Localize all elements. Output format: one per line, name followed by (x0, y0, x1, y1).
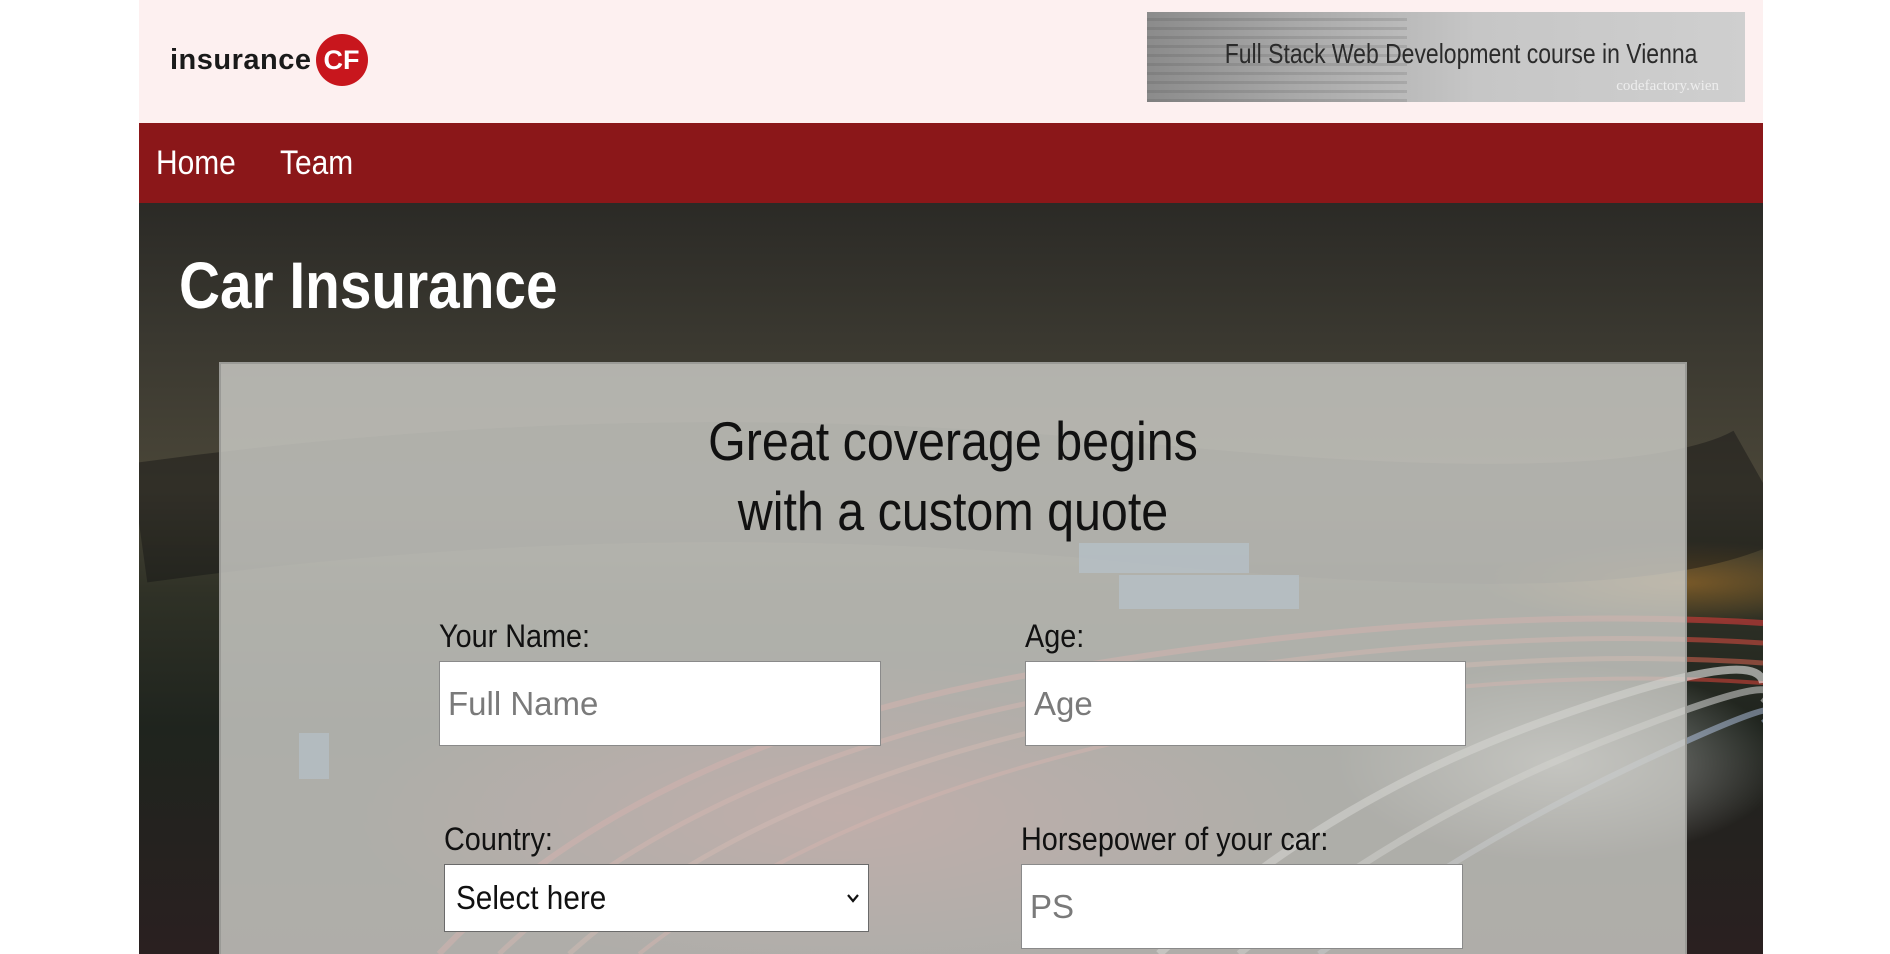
hero-section: Car Insurance Great coverage begins with… (139, 203, 1763, 954)
course-banner[interactable]: Full Stack Web Development course in Vie… (1147, 12, 1745, 102)
quote-form-panel: Great coverage begins with a custom quot… (219, 362, 1687, 954)
page-title: Car Insurance (179, 248, 558, 322)
age-input[interactable] (1025, 661, 1466, 746)
chevron-down-icon (847, 894, 859, 903)
horsepower-label: Horsepower of your car: (1021, 821, 1329, 857)
age-label: Age: (1025, 618, 1085, 654)
site-header: insurance CF Full Stack Web Development … (139, 0, 1763, 123)
form-heading: Great coverage begins with a custom quot… (309, 406, 1597, 546)
form-heading-line-2: with a custom quote (737, 480, 1169, 542)
banner-subtitle: codefactory.wien (1616, 78, 1719, 94)
page: insurance CF Full Stack Web Development … (139, 0, 1763, 954)
horsepower-input[interactable] (1021, 864, 1463, 949)
name-input[interactable] (439, 661, 881, 746)
nav-item-home[interactable]: Home (156, 144, 236, 183)
banner-title: Full Stack Web Development course in Vie… (1224, 38, 1697, 69)
form-heading-line-1: Great coverage begins (708, 410, 1198, 472)
logo-badge: CF (315, 34, 368, 86)
logo-text: insurance (170, 43, 312, 76)
nav-item-team[interactable]: Team (280, 144, 353, 183)
name-label: Your Name: (439, 618, 591, 654)
country-select-value: Select here (456, 879, 607, 916)
country-select[interactable]: Select here (444, 864, 869, 932)
country-label: Country: (444, 821, 553, 857)
main-navbar: Home Team (139, 123, 1763, 203)
site-logo[interactable]: insurance CF (170, 34, 368, 86)
